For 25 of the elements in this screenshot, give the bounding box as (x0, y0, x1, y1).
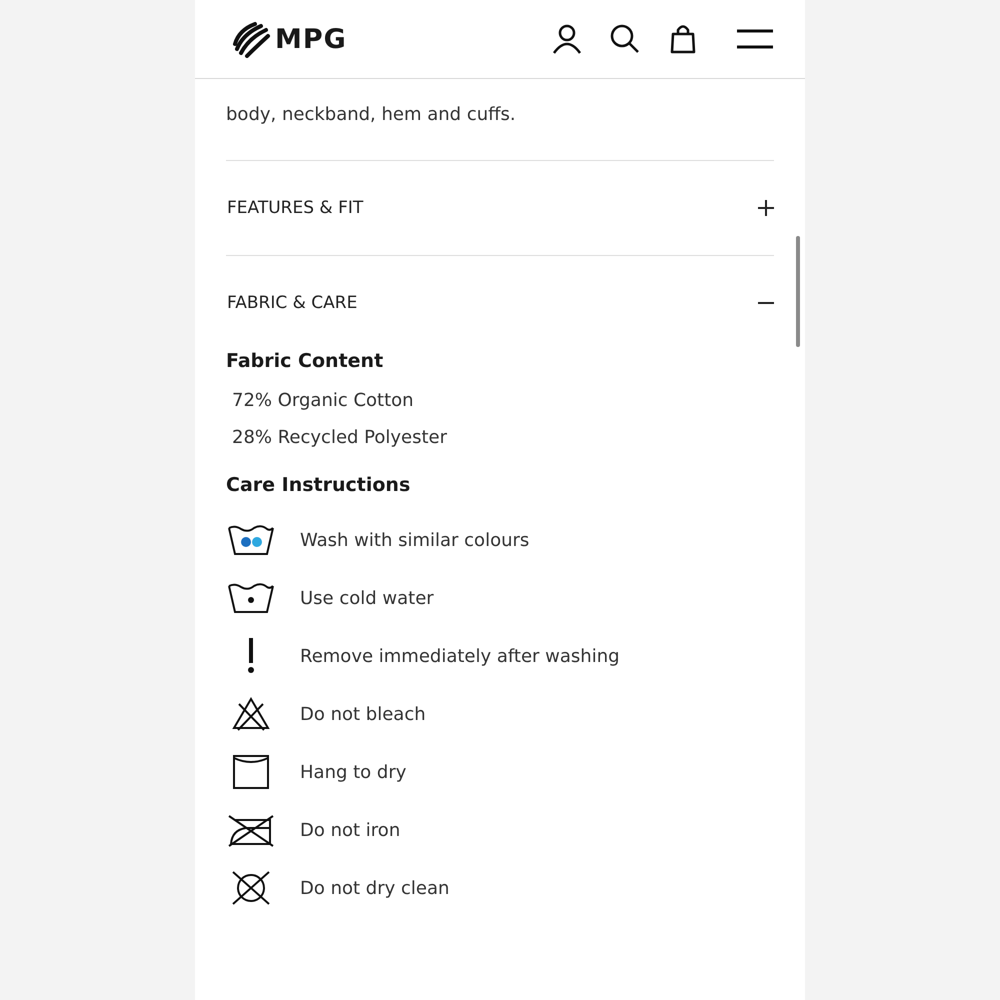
wash-colours-icon (226, 522, 276, 558)
scrollbar[interactable] (796, 236, 800, 347)
menu-icon[interactable] (737, 28, 773, 50)
account-icon[interactable] (551, 23, 583, 55)
search-icon[interactable] (609, 23, 641, 55)
logo-icon (231, 20, 271, 58)
fabric-item: 72% Organic Cotton (232, 390, 415, 411)
exclamation-icon (248, 638, 254, 674)
brand-logo[interactable]: MPG (275, 24, 347, 54)
care-instruction: Use cold water (300, 588, 434, 608)
care-instruction: Do not iron (300, 820, 400, 840)
section-heading: Care Instructions (226, 474, 412, 496)
description-text: body, neckband, hem and cuffs. (226, 103, 517, 127)
plus-icon (758, 200, 774, 216)
care-instruction: Do not bleach (300, 704, 426, 724)
section-heading: Fabric Content (226, 350, 384, 372)
care-instruction: Do not dry clean (300, 878, 450, 898)
accordion-header[interactable]: FABRIC & CARE (226, 256, 774, 350)
minus-icon (758, 302, 774, 304)
care-instruction: Remove immediately after washing (300, 646, 620, 666)
fabric-item: 28% Recycled Polyester (232, 427, 448, 448)
care-instruction: Wash with similar colours (300, 530, 530, 550)
wash-cold-icon (226, 580, 276, 616)
care-instruction: Hang to dry (300, 762, 406, 782)
accordion-header[interactable]: FEATURES & FIT (226, 161, 774, 255)
